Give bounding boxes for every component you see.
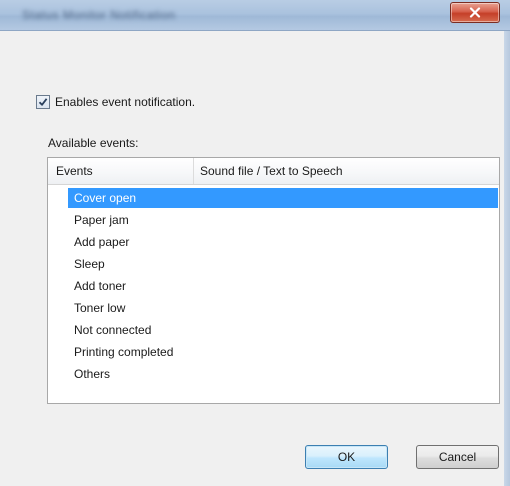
list-item[interactable]: Cover open: [68, 188, 498, 208]
available-events-label: Available events:: [48, 136, 139, 150]
enable-notification-label: Enables event notification.: [55, 95, 196, 109]
list-item[interactable]: Sleep: [74, 254, 105, 274]
column-divider[interactable]: [193, 158, 194, 184]
title-bar: Status Monitor Notification: [0, 0, 510, 31]
window-title: Status Monitor Notification: [22, 8, 176, 22]
cancel-button[interactable]: Cancel: [416, 445, 499, 469]
enable-notification-row[interactable]: Enables event notification.: [36, 95, 195, 109]
list-item[interactable]: Paper jam: [74, 210, 129, 230]
list-item[interactable]: Add paper: [74, 232, 129, 252]
list-header: Events Sound file / Text to Speech: [48, 158, 499, 185]
column-header-events[interactable]: Events: [56, 164, 93, 178]
enable-notification-checkbox[interactable]: [36, 95, 50, 109]
ok-button[interactable]: OK: [305, 445, 388, 469]
window-frame-edge: [504, 31, 510, 486]
list-item[interactable]: Toner low: [74, 298, 125, 318]
list-item[interactable]: Printing completed: [74, 342, 173, 362]
column-header-sound[interactable]: Sound file / Text to Speech: [200, 164, 343, 178]
list-item[interactable]: Others: [74, 364, 110, 384]
list-item[interactable]: Add toner: [74, 276, 126, 296]
close-button[interactable]: [450, 2, 500, 23]
list-item[interactable]: Not connected: [74, 320, 151, 340]
events-list[interactable]: Events Sound file / Text to Speech Cover…: [47, 157, 500, 404]
checkmark-icon: [38, 98, 48, 106]
close-icon: [469, 7, 481, 18]
